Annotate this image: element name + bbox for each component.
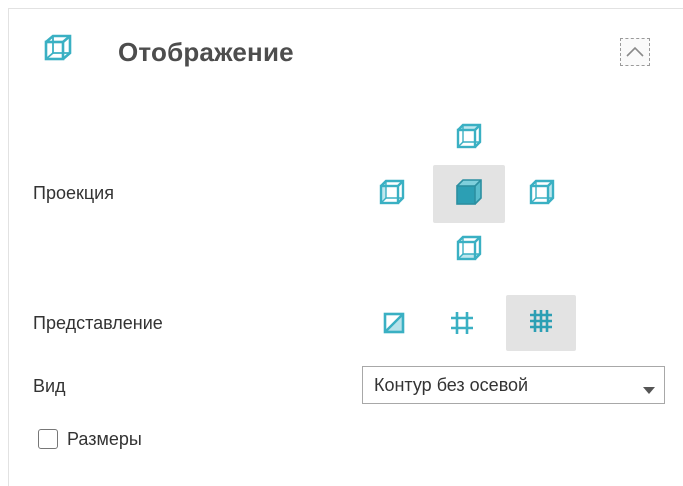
cube-wireframe-icon: [44, 34, 72, 62]
representation-shaded-button[interactable]: [372, 303, 416, 347]
view-select[interactable]: Контур без осевой: [362, 366, 665, 404]
full-grid-icon: [529, 309, 553, 338]
projection-right-button[interactable]: [522, 174, 562, 214]
dimensions-checkbox[interactable]: [38, 429, 58, 449]
collapse-button[interactable]: [620, 38, 650, 66]
view-select-value: Контур без осевой: [374, 375, 529, 395]
projection-left-button[interactable]: [372, 174, 412, 214]
representation-label: Представление: [33, 313, 163, 333]
view-label: Вид: [33, 376, 66, 396]
projection-top-button[interactable]: [449, 118, 489, 158]
display-panel: [8, 8, 683, 486]
representation-frame-button[interactable]: [440, 303, 484, 347]
projection-front-button[interactable]: [433, 165, 505, 223]
representation-grid-button[interactable]: [506, 295, 576, 351]
projection-label: Проекция: [33, 183, 114, 203]
cube-front-view-icon: [455, 178, 483, 211]
dimensions-label[interactable]: Размеры: [67, 429, 142, 450]
panel-title: Отображение: [118, 37, 294, 67]
frame-grid-icon: [450, 311, 474, 340]
shaded-square-icon: [383, 312, 405, 339]
caret-down-icon: [643, 382, 655, 400]
projection-bottom-button[interactable]: [449, 230, 489, 270]
cube-left-view-icon: [379, 179, 405, 210]
cube-right-view-icon: [529, 179, 555, 210]
cube-top-view-icon: [456, 123, 482, 154]
cube-bottom-view-icon: [456, 235, 482, 266]
